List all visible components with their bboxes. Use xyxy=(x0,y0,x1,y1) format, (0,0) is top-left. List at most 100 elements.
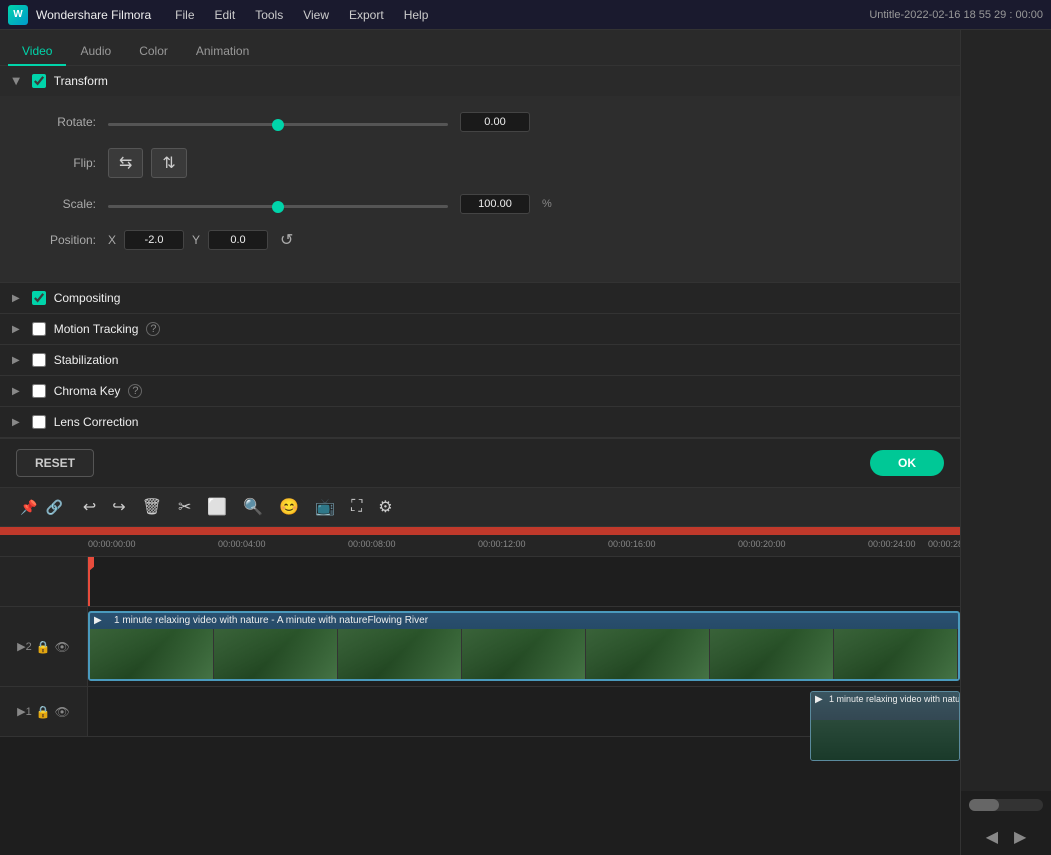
clip-label: 1 minute relaxing video with nature - A … xyxy=(114,615,428,626)
chroma-key-section-header[interactable]: ▶ Chroma Key ? xyxy=(0,376,960,407)
cut-button[interactable]: ✂ xyxy=(172,493,197,521)
compositing-section-header[interactable]: ▶ Compositing xyxy=(0,283,960,314)
stabilization-checkbox[interactable] xyxy=(32,353,46,367)
link-track-button[interactable]: 📌 xyxy=(20,499,37,516)
undo-button[interactable]: ↩ xyxy=(77,493,102,521)
scale-input[interactable] xyxy=(460,194,530,214)
tab-video[interactable]: Video xyxy=(8,38,66,66)
second-video-clip[interactable]: ▶ 1 minute relaxing video with nature - … xyxy=(810,691,960,761)
snap-button[interactable]: 🔗 xyxy=(45,499,62,516)
timeline-tracks: ▶2 🔒 👁 ▶ 1 minute relaxing video with na… xyxy=(0,557,960,855)
zoom-button[interactable]: 🔍 xyxy=(237,493,269,521)
scale-label: Scale: xyxy=(24,197,96,211)
settings-button[interactable]: ⚙ xyxy=(372,493,398,521)
compositing-checkbox[interactable] xyxy=(32,291,46,305)
next-frame-button[interactable]: ▶ xyxy=(1014,827,1026,847)
compositing-title: Compositing xyxy=(54,291,121,305)
scale-slider-container xyxy=(108,197,448,211)
menu-edit[interactable]: Edit xyxy=(207,6,244,24)
ruler-mark-3: 00:00:12:00 xyxy=(478,539,526,549)
chroma-key-title: Chroma Key xyxy=(54,384,121,398)
rotate-label: Rotate: xyxy=(24,115,96,129)
fullscreen-button[interactable]: ⛶ xyxy=(345,494,368,520)
reset-position-button[interactable]: ↺ xyxy=(276,230,297,250)
motion-tracking-section-header[interactable]: ▶ Motion Tracking ? xyxy=(0,314,960,345)
rotate-input[interactable] xyxy=(460,112,530,132)
lens-correction-checkbox[interactable] xyxy=(32,415,46,429)
track-visibility-button[interactable]: 👁 xyxy=(55,640,70,654)
empty-track-row xyxy=(0,557,960,607)
app-name: Wondershare Filmora xyxy=(36,8,151,22)
ruler-mark-5: 00:00:20:00 xyxy=(738,539,786,549)
y-input[interactable] xyxy=(208,230,268,250)
stabilization-title: Stabilization xyxy=(54,353,119,367)
track-lock-button[interactable]: 🔒 xyxy=(36,640,51,654)
chroma-key-checkbox[interactable] xyxy=(32,384,46,398)
crop-button[interactable]: ⬜ xyxy=(201,493,233,521)
reset-button[interactable]: RESET xyxy=(16,449,94,477)
menu-view[interactable]: View xyxy=(295,6,337,24)
transform-checkbox[interactable] xyxy=(32,74,46,88)
prev-frame-button[interactable]: ◀ xyxy=(986,827,998,847)
tab-bar: Video Audio Color Animation xyxy=(0,30,960,66)
chroma-key-help-icon[interactable]: ? xyxy=(128,384,142,398)
ruler-mark-4: 00:00:16:00 xyxy=(608,539,656,549)
ruler-mark-1: 00:00:04:00 xyxy=(218,539,266,549)
app-logo: W xyxy=(8,5,28,25)
lens-correction-chevron: ▶ xyxy=(12,417,20,428)
ruler-mark-6: 00:00:24:00 xyxy=(868,539,916,549)
delete-button[interactable]: 🗑 xyxy=(136,493,168,521)
motion-tracking-title: Motion Tracking xyxy=(54,322,139,336)
menu-bar: File Edit Tools View Export Help xyxy=(167,6,436,24)
video-track-content[interactable]: ▶ 1 minute relaxing video with nature - … xyxy=(88,607,960,686)
flip-vertical-button[interactable]: ⇅ xyxy=(151,148,186,178)
track-label-empty xyxy=(0,557,88,606)
y-label: Y xyxy=(192,233,200,247)
ruler-mark-0: 00:00:00:00 xyxy=(88,539,136,549)
right-panel-preview xyxy=(961,30,1051,791)
waveform-lock-button[interactable]: 🔒 xyxy=(36,705,51,719)
lens-correction-section-header[interactable]: ▶ Lens Correction xyxy=(0,407,960,438)
right-scrollbar[interactable] xyxy=(969,799,1043,811)
motion-tracking-checkbox[interactable] xyxy=(32,322,46,336)
motion-tracking-help-icon[interactable]: ? xyxy=(146,322,160,336)
title-bar: W Wondershare Filmora File Edit Tools Vi… xyxy=(0,0,1051,30)
x-input[interactable] xyxy=(124,230,184,250)
timeline-top-bar xyxy=(0,527,960,535)
menu-tools[interactable]: Tools xyxy=(247,6,291,24)
tab-color[interactable]: Color xyxy=(125,38,182,66)
scale-slider[interactable] xyxy=(108,205,448,208)
rotate-slider-container xyxy=(108,115,448,129)
flip-buttons: ⇆ ⇅ xyxy=(108,148,187,178)
left-panel: Video Audio Color Animation ▶ Transform … xyxy=(0,30,960,855)
main-area: Video Audio Color Animation ▶ Transform … xyxy=(0,30,1051,855)
transform-section: ▶ Transform Rotate: Flip: xyxy=(0,66,960,283)
menu-export[interactable]: Export xyxy=(341,6,392,24)
tab-audio[interactable]: Audio xyxy=(66,38,125,66)
waveform-visibility-button[interactable]: 👁 xyxy=(55,705,70,719)
ok-button[interactable]: OK xyxy=(870,450,944,476)
transform-section-header[interactable]: ▶ Transform xyxy=(0,66,960,96)
clip-thumbnail-5 xyxy=(586,629,710,679)
waveform-label: ▶1 🔒 👁 xyxy=(0,687,88,736)
transform-content: Rotate: Flip: ⇆ ⇅ xyxy=(0,96,960,282)
pip-button[interactable]: 📺 xyxy=(309,493,341,521)
panel-buttons: RESET OK xyxy=(0,438,960,487)
waveform-track-number: ▶1 xyxy=(17,705,32,718)
sticker-button[interactable]: 😊 xyxy=(273,493,305,521)
compositing-chevron: ▶ xyxy=(12,293,20,304)
redo-button[interactable]: ↪ xyxy=(106,493,131,521)
menu-file[interactable]: File xyxy=(167,6,202,24)
toolbar: 📌 🔗 ↩ ↪ 🗑 ✂ ⬜ 🔍 😊 📺 ⛶ ⚙ xyxy=(0,487,960,527)
video-clip[interactable]: ▶ 1 minute relaxing video with nature - … xyxy=(88,611,960,681)
rotate-slider[interactable] xyxy=(108,123,448,126)
ruler-mark-7: 00:00:28 xyxy=(928,539,960,549)
video-track-row: ▶2 🔒 👁 ▶ 1 minute relaxing video with na… xyxy=(0,607,960,687)
tab-animation[interactable]: Animation xyxy=(182,38,263,66)
clip-play-icon: ▶ xyxy=(94,615,102,626)
menu-help[interactable]: Help xyxy=(396,6,437,24)
flip-horizontal-button[interactable]: ⇆ xyxy=(108,148,143,178)
clip-thumbnail-3 xyxy=(338,629,462,679)
stabilization-section-header[interactable]: ▶ Stabilization xyxy=(0,345,960,376)
ruler-mark-2: 00:00:08:00 xyxy=(348,539,396,549)
